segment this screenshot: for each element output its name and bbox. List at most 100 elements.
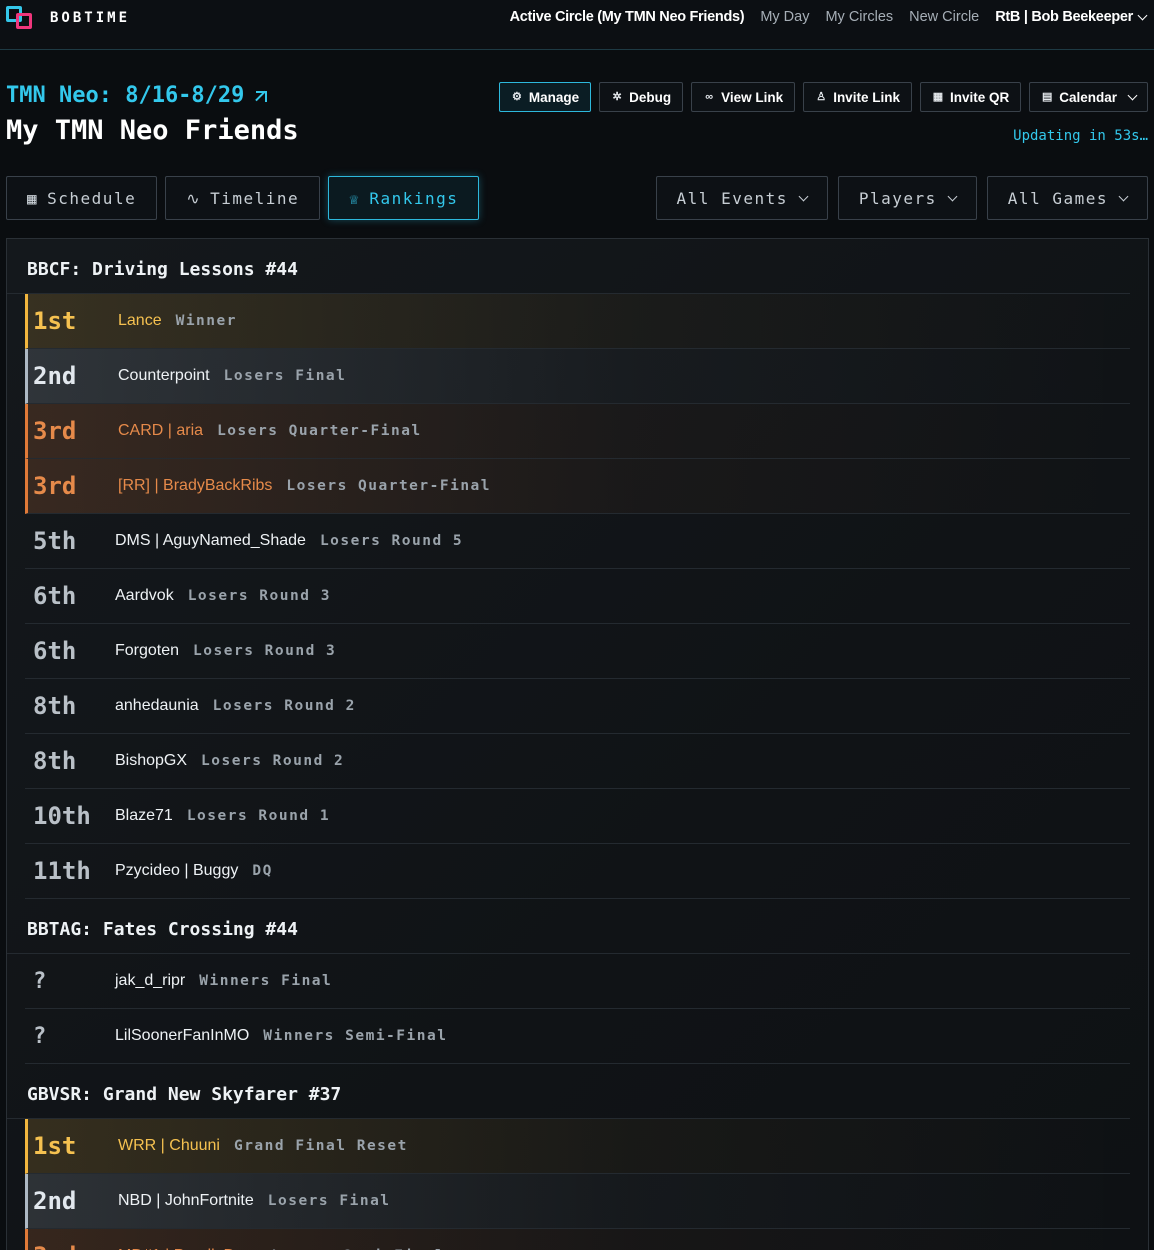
tab-rankings-label: Rankings — [369, 188, 459, 208]
ranking-row[interactable]: 5th DMS | AguyNamed_Shade Losers Round 5 — [25, 514, 1130, 569]
bracket-status: DQ — [252, 863, 273, 879]
ranking-row[interactable]: 8th anhedaunia Losers Round 2 — [25, 679, 1130, 734]
view-link-label: View Link — [721, 89, 784, 105]
ranking-row[interactable]: 2nd Counterpoint Losers Final — [25, 349, 1130, 404]
placement: 3rd — [33, 472, 77, 500]
tab-timeline[interactable]: ∿ Timeline — [165, 176, 321, 220]
view-link-button[interactable]: ∞ View Link — [691, 82, 796, 112]
ranking-row[interactable]: 10th Blaze71 Losers Round 1 — [25, 789, 1130, 844]
invite-link-button[interactable]: ♙ Invite Link — [803, 82, 912, 112]
player-name[interactable]: anhedaunia — [115, 697, 199, 715]
player-name[interactable]: BishopGX — [115, 752, 187, 770]
bracket-status: Losers Round 3 — [187, 588, 331, 604]
invite-qr-label: Invite QR — [949, 89, 1010, 105]
player-name[interactable]: Forgoten — [115, 642, 179, 660]
tab-schedule[interactable]: ▦ Schedule — [6, 176, 158, 220]
placement: 6th — [33, 582, 77, 610]
gear-icon: ⚙ — [511, 91, 522, 103]
ranking-row[interactable]: 1st Lance Winner — [25, 294, 1130, 349]
ranking-row[interactable]: 1st WRR | Chuuni Grand Final Reset — [25, 1119, 1130, 1174]
external-link-icon — [254, 89, 268, 103]
bracket-status: Winners Semi-Final — [263, 1028, 448, 1044]
page-title: My TMN Neo Friends — [6, 115, 299, 146]
player-name[interactable]: [RR] | BradyBackRibs — [118, 477, 272, 495]
bracket-status: Losers Round 1 — [186, 808, 331, 824]
placement: 2nd — [33, 362, 77, 390]
rankings-panel: BBCF: Driving Lessons #44 1st Lance Winner 2… — [6, 238, 1149, 1250]
logo-icon[interactable] — [6, 6, 36, 30]
ranking-row[interactable]: ? jak_d_ripr Winners Final — [25, 954, 1130, 1009]
ranking-row[interactable]: 3rd CARD | aria Losers Quarter-Final — [25, 404, 1130, 459]
placement: 10th — [33, 802, 91, 830]
player-name[interactable]: WRR | Chuuni — [118, 1137, 220, 1155]
tab-rankings[interactable]: ♕ Rankings — [328, 176, 480, 220]
nav-active-circle[interactable]: Active Circle (My TMN Neo Friends) — [510, 9, 745, 25]
trophy-icon: ♕ — [349, 188, 361, 208]
invite-qr-button[interactable]: ▦ Invite QR — [919, 82, 1022, 112]
event-section: GBVSR: Grand New Skyfarer #37 1st WRR | Ch… — [7, 1064, 1148, 1250]
bug-icon: ✲ — [612, 91, 622, 103]
update-countdown: Updating in 53s… — [1013, 128, 1148, 144]
user-name: RtB | Bob Beekeeper — [995, 9, 1133, 25]
player-name[interactable]: CARD | aria — [118, 422, 203, 440]
ranking-row[interactable]: 8th BishopGX Losers Round 2 — [25, 734, 1130, 789]
player-name[interactable]: DMS | AguyNamed_Shade — [115, 532, 306, 550]
player-name[interactable]: NBD | JohnFortnite — [118, 1192, 254, 1210]
nav-my-circles[interactable]: My Circles — [825, 9, 893, 25]
ranking-row[interactable]: 6th Aardvok Losers Round 3 — [25, 569, 1130, 624]
event-title[interactable]: BBCF: Driving Lessons #44 — [7, 239, 1130, 294]
placement: 5th — [33, 527, 77, 555]
player-name[interactable]: LilSoonerFanInMO — [115, 1027, 249, 1045]
player-name[interactable]: jak_d_ripr — [115, 972, 185, 990]
event-title[interactable]: BBTAG: Fates Crossing #44 — [7, 899, 1130, 954]
manage-button[interactable]: ⚙ Manage — [498, 82, 592, 112]
placement: ? — [33, 1023, 47, 1049]
ranking-row[interactable]: ? LilSoonerFanInMO Winners Semi-Final — [25, 1009, 1130, 1064]
chevron-down-icon — [1127, 90, 1138, 100]
placement: 2nd — [33, 1187, 77, 1215]
placement: 3rd — [33, 417, 77, 445]
player-name[interactable]: Blaze71 — [115, 807, 173, 825]
event-section: BBCF: Driving Lessons #44 1st Lance Winner 2… — [7, 239, 1148, 899]
ranking-row[interactable]: 2nd NBD | JohnFortnite Losers Final — [25, 1174, 1130, 1229]
bracket-status: Losers Quarter-Final — [286, 478, 492, 494]
event-title[interactable]: GBVSR: Grand New Skyfarer #37 — [7, 1064, 1130, 1119]
ranking-row[interactable]: 3rdMD#1 | PoodleDumLosers Semi-Final — [25, 1229, 1130, 1250]
ranking-row[interactable]: 3rd [RR] | BradyBackRibs Losers Quarter-Fi… — [25, 459, 1130, 514]
ranking-row[interactable]: 6th Forgoten Losers Round 3 — [25, 624, 1130, 679]
chevron-down-icon — [947, 191, 958, 201]
placement: 8th — [33, 747, 77, 775]
action-toolbar: ⚙ Manage ✲ Debug ∞ View Link ♙ Invite Li… — [498, 82, 1148, 112]
player-name[interactable]: Counterpoint — [118, 367, 210, 385]
player-name[interactable]: Lance — [118, 312, 162, 330]
player-name[interactable]: Aardvok — [115, 587, 174, 605]
qr-code-icon: ▦ — [932, 91, 944, 103]
player-name[interactable]: Pzycideo | Buggy — [115, 862, 238, 880]
calendar-button[interactable]: ▤ Calendar — [1029, 82, 1148, 112]
games-filter-dropdown[interactable]: All Games — [986, 176, 1148, 220]
user-menu[interactable]: RtB | Bob Beekeeper — [995, 9, 1148, 25]
brand-name[interactable]: BOBTIME — [50, 10, 130, 26]
chevron-down-icon — [798, 191, 809, 201]
bracket-status: Losers Quarter-Final — [217, 423, 422, 439]
circle-title-link[interactable]: TMN Neo: 8/16-8/29 — [6, 83, 268, 108]
players-filter-dropdown[interactable]: Players — [837, 176, 977, 220]
events-filter-label: All Events — [676, 188, 788, 208]
ranking-row[interactable]: 11th Pzycideo | Buggy DQ — [25, 844, 1130, 899]
nav-my-day[interactable]: My Day — [760, 9, 809, 25]
bracket-status: Losers Round 5 — [319, 533, 464, 549]
calendar-label: Calendar — [1059, 89, 1117, 105]
calendar-icon: ▤ — [1042, 91, 1053, 103]
bracket-status: Grand Final Reset — [233, 1138, 408, 1154]
placement: 8th — [33, 692, 77, 720]
debug-button[interactable]: ✲ Debug — [599, 82, 684, 112]
placement: 1st — [33, 307, 77, 335]
filter-bar: All Events Players All Games — [655, 176, 1148, 220]
players-filter-label: Players — [858, 188, 937, 208]
tab-schedule-label: Schedule — [47, 188, 137, 208]
nav-new-circle[interactable]: New Circle — [909, 9, 979, 25]
chevron-down-icon — [1118, 191, 1129, 201]
events-filter-dropdown[interactable]: All Events — [655, 176, 828, 220]
placement: 6th — [33, 637, 77, 665]
placement: ? — [33, 968, 47, 994]
